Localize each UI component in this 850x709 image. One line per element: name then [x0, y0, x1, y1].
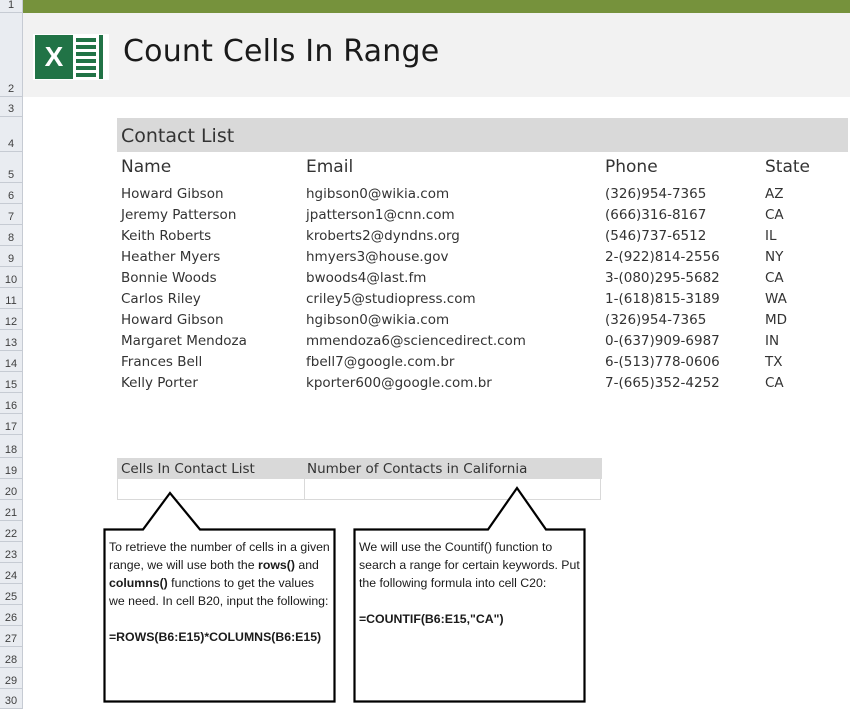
contact-cell-name[interactable]: Carlos Riley [121, 291, 201, 307]
row-number[interactable]: 14 [0, 351, 22, 372]
contact-cell-phone[interactable]: (666)316-8167 [605, 207, 706, 223]
row-number[interactable]: 2 [0, 13, 22, 97]
callout-1-and: and [294, 558, 319, 572]
row-number[interactable]: 18 [0, 435, 22, 458]
contact-cell-name[interactable]: Frances Bell [121, 354, 202, 370]
contact-cell-email[interactable]: kroberts2@dyndns.org [306, 228, 460, 244]
column-header-phone[interactable]: Phone [605, 157, 658, 177]
row-number[interactable]: 6 [0, 183, 22, 204]
row-number[interactable]: 27 [0, 626, 22, 647]
page-title: Count Cells In Range [123, 34, 440, 69]
summary-table: Cells In Contact List Number of Contacts… [117, 458, 602, 500]
cell-c20[interactable] [305, 479, 601, 499]
contact-cell-email[interactable]: criley5@studiopress.com [306, 291, 476, 307]
row-number[interactable]: 1 [0, 0, 22, 13]
row-number[interactable]: 3 [0, 97, 22, 117]
callout-1-formula: =ROWS(B6:E15)*COLUMNS(B6:E15) [109, 630, 322, 644]
row-number[interactable]: 28 [0, 647, 22, 668]
contact-cell-state[interactable]: MD [765, 312, 787, 328]
contact-cell-email[interactable]: bwoods4@last.fm [306, 270, 426, 286]
row-number[interactable]: 26 [0, 605, 22, 626]
summary-header-cells-in-contact-list[interactable]: Cells In Contact List [121, 461, 255, 477]
excel-frame-bar [99, 35, 103, 79]
contact-list-title: Contact List [121, 125, 235, 147]
column-header-state[interactable]: State [765, 157, 810, 177]
row-number[interactable]: 23 [0, 542, 22, 563]
callout-1-rows-fn: rows() [258, 558, 295, 572]
contact-cell-phone[interactable]: 2-(922)814-2556 [605, 249, 720, 265]
contact-cell-state[interactable]: CA [765, 207, 784, 223]
callout-2-text: We will use the Countif() function to se… [359, 540, 580, 590]
excel-x-glyph: X [35, 35, 73, 79]
contact-cell-state[interactable]: NY [765, 249, 783, 265]
row-number[interactable]: 11 [0, 288, 22, 309]
callout-1-columns-fn: columns() [109, 576, 168, 590]
contact-cell-name[interactable]: Keith Roberts [121, 228, 211, 244]
contact-cell-state[interactable]: WA [765, 291, 787, 307]
contact-cell-email[interactable]: jpatterson1@cnn.com [306, 207, 455, 223]
callout-countif: We will use the Countif() function to se… [359, 538, 581, 628]
row-number[interactable]: 8 [0, 225, 22, 246]
contact-cell-phone[interactable]: 0-(637)909-6987 [605, 333, 720, 349]
contact-cell-phone[interactable]: 1-(618)815-3189 [605, 291, 720, 307]
row-number[interactable]: 12 [0, 309, 22, 330]
row-number[interactable]: 17 [0, 414, 22, 435]
contact-cell-email[interactable]: hgibson0@wikia.com [306, 186, 449, 202]
contact-cell-email[interactable]: mmendoza6@sciencedirect.com [306, 333, 526, 349]
contact-cell-phone[interactable]: 7-(665)352-4252 [605, 375, 720, 391]
contact-cell-name[interactable]: Bonnie Woods [121, 270, 217, 286]
contact-cell-name[interactable]: Margaret Mendoza [121, 333, 247, 349]
cell-b20[interactable] [118, 479, 304, 499]
contact-cell-email[interactable]: hgibson0@wikia.com [306, 312, 449, 328]
contact-cell-phone[interactable]: (326)954-7365 [605, 186, 706, 202]
contact-cell-name[interactable]: Kelly Porter [121, 375, 198, 391]
contact-cell-state[interactable]: CA [765, 375, 784, 391]
contact-cell-state[interactable]: AZ [765, 186, 783, 202]
row-header-column: 1 2 3 4 5 6 7 8 9 10 11 12 13 14 15 16 17 18 19 20 21 22 23 24 2… [0, 0, 23, 709]
contact-cell-phone[interactable]: 3-(080)295-5682 [605, 270, 720, 286]
row-number[interactable]: 9 [0, 246, 22, 267]
excel-grid-lines-icon [76, 38, 96, 77]
header-green-band [23, 0, 850, 13]
callout-rows-columns: To retrieve the number of cells in a giv… [109, 538, 331, 646]
row-number[interactable]: 16 [0, 393, 22, 414]
contact-cell-email[interactable]: hmyers3@house.gov [306, 249, 449, 265]
contact-cell-phone[interactable]: 6-(513)778-0606 [605, 354, 720, 370]
row-number[interactable]: 29 [0, 668, 22, 689]
row-number[interactable]: 15 [0, 372, 22, 393]
contact-cell-name[interactable]: Howard Gibson [121, 312, 224, 328]
contact-cell-phone[interactable]: (546)737-6512 [605, 228, 706, 244]
row-number[interactable]: 30 [0, 689, 22, 709]
contact-cell-state[interactable]: IL [765, 228, 777, 244]
summary-header-row: Cells In Contact List Number of Contacts… [118, 458, 602, 479]
contact-cell-email[interactable]: kporter600@google.com.br [306, 375, 492, 391]
row-number[interactable]: 4 [0, 117, 22, 152]
summary-header-contacts-in-california[interactable]: Number of Contacts in California [307, 461, 527, 477]
contact-cell-state[interactable]: IN [765, 333, 779, 349]
contact-cell-phone[interactable]: (326)954-7365 [605, 312, 706, 328]
row-number[interactable]: 21 [0, 500, 22, 521]
column-header-email[interactable]: Email [306, 157, 353, 177]
row-number[interactable]: 20 [0, 479, 22, 500]
contact-cell-name[interactable]: Howard Gibson [121, 186, 224, 202]
row-number[interactable]: 7 [0, 204, 22, 225]
row-number[interactable]: 5 [0, 152, 22, 183]
row-number[interactable]: 10 [0, 267, 22, 288]
callout-2-formula: =COUNTIF(B6:E15,"CA") [359, 612, 504, 626]
column-header-name[interactable]: Name [121, 157, 171, 177]
contact-cell-name[interactable]: Jeremy Patterson [121, 207, 236, 223]
row-number[interactable]: 13 [0, 330, 22, 351]
row-number[interactable]: 22 [0, 521, 22, 542]
contact-cell-name[interactable]: Heather Myers [121, 249, 220, 265]
contact-cell-state[interactable]: TX [765, 354, 783, 370]
row-number[interactable]: 19 [0, 458, 22, 479]
row-number[interactable]: 25 [0, 584, 22, 605]
row-number[interactable]: 24 [0, 563, 22, 584]
contact-cell-email[interactable]: fbell7@google.com.br [306, 354, 454, 370]
contact-cell-state[interactable]: CA [765, 270, 784, 286]
excel-logo-icon: X [33, 34, 109, 80]
